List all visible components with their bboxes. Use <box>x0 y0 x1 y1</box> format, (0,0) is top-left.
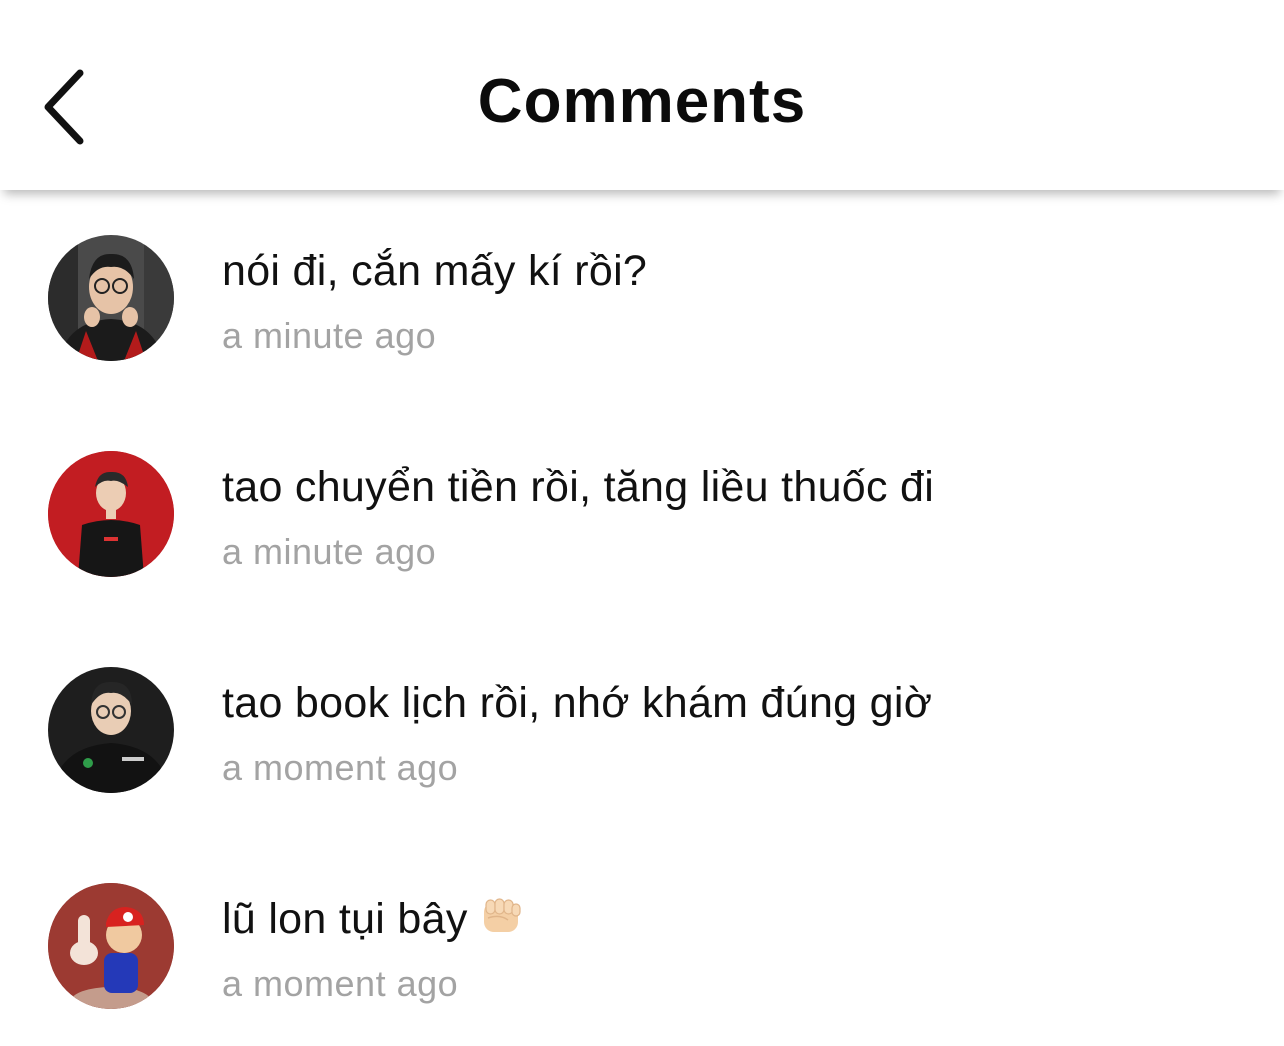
comment-timestamp: a minute ago <box>222 531 437 572</box>
comment-text: nói đi, cắn mấy kí rồi? <box>222 247 648 295</box>
comment-item: nói đi, cắn mấy kí rồi? a minute ago <box>0 235 1284 385</box>
comment-item: tao chuyển tiền rồi, tăng liều thuốc đi … <box>0 451 1284 601</box>
comment-text: lũ lon tụi bây <box>222 895 524 947</box>
user-avatar-icon[interactable] <box>48 451 174 577</box>
comment-text: tao chuyển tiền rồi, tăng liều thuốc đi <box>222 463 935 511</box>
comment-text-content: lũ lon tụi bây <box>222 895 468 943</box>
fist-emoji-icon <box>478 896 524 947</box>
comment-timestamp: a minute ago <box>222 315 437 356</box>
top-bar: Comments <box>0 0 1284 190</box>
page-title: Comments <box>477 67 807 136</box>
comment-timestamp: a moment ago <box>222 747 459 788</box>
comment-item: tao book lịch rồi, nhớ khám đúng giờ a m… <box>0 667 1284 817</box>
comment-item: lũ lon tụi bây a moment ago <box>0 883 1284 1033</box>
comment-text: tao book lịch rồi, nhớ khám đúng giờ <box>222 679 933 727</box>
comment-timestamp: a moment ago <box>222 963 459 1004</box>
user-avatar-icon[interactable] <box>48 667 174 793</box>
user-avatar-icon[interactable] <box>48 235 174 361</box>
user-avatar-icon[interactable] <box>48 883 174 1009</box>
